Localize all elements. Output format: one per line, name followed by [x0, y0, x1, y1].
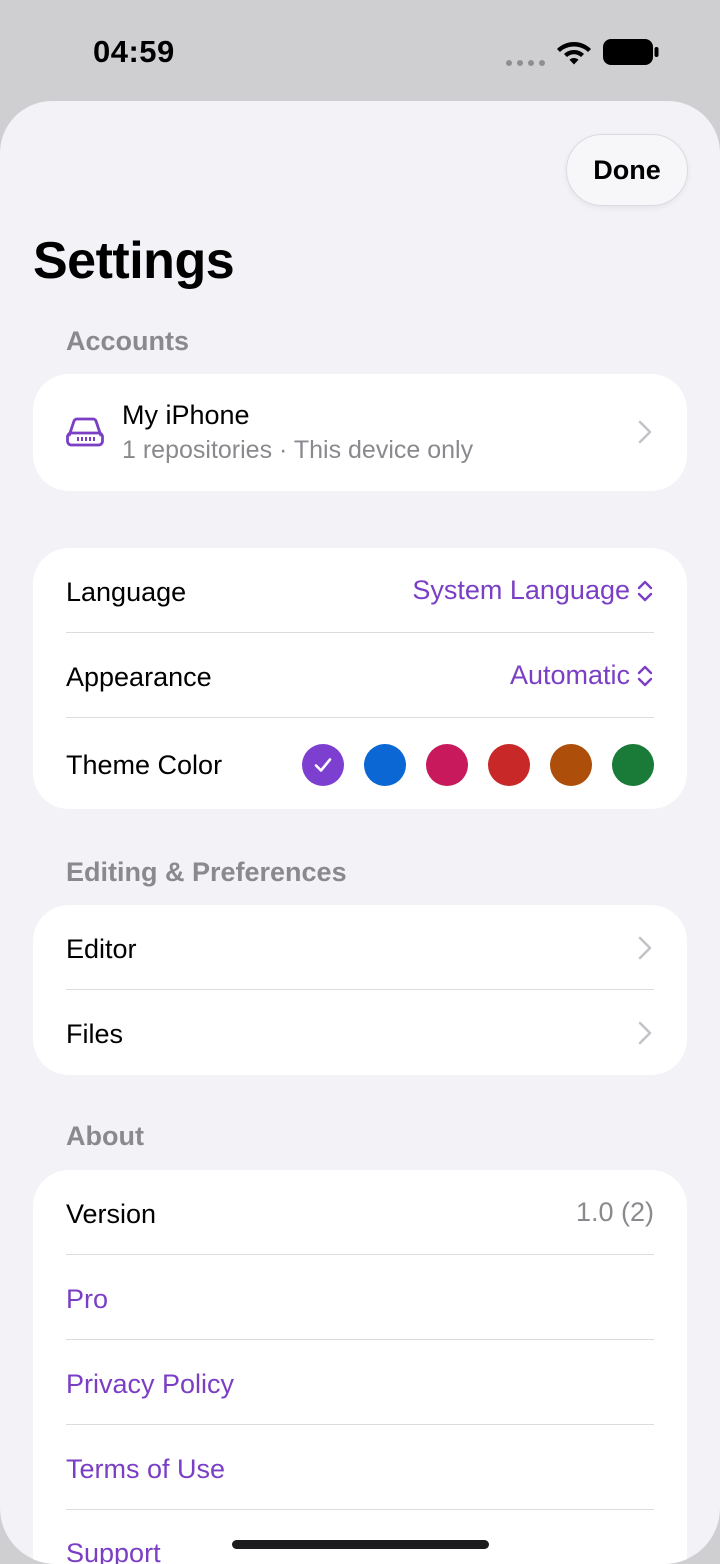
- divider: [66, 1254, 654, 1255]
- version-label: Version: [66, 1198, 157, 1229]
- editor-row[interactable]: Editor: [66, 932, 654, 966]
- appearance-picker[interactable]: Automatic: [510, 660, 654, 691]
- status-bar: 04:59: [0, 0, 720, 100]
- divider: [66, 717, 654, 718]
- settings-sheet: Done Settings Accounts My iPhone 1 repos…: [0, 101, 720, 1564]
- editor-label: Editor: [66, 933, 137, 964]
- language-label: Language: [66, 576, 187, 607]
- battery-icon: [603, 39, 659, 65]
- theme-color-swatch[interactable]: [612, 744, 654, 786]
- terms-of-use-label: Terms of Use: [66, 1453, 226, 1484]
- divider: [66, 989, 654, 990]
- language-value: System Language: [412, 575, 630, 605]
- account-title: My iPhone: [122, 400, 250, 430]
- status-time: 04:59: [93, 34, 175, 69]
- checkmark-icon: [314, 758, 332, 772]
- account-subtitle: 1 repositories · This device only: [122, 436, 474, 464]
- privacy-policy-link[interactable]: Privacy Policy: [66, 1367, 654, 1401]
- files-row[interactable]: Files: [66, 1017, 654, 1051]
- theme-color-swatch[interactable]: [488, 744, 530, 786]
- home-indicator: [232, 1540, 489, 1549]
- theme-color-swatches: [302, 744, 654, 786]
- terms-of-use-link[interactable]: Terms of Use: [66, 1452, 654, 1486]
- privacy-policy-label: Privacy Policy: [66, 1368, 235, 1399]
- chevron-up-down-icon: [637, 580, 653, 601]
- pro-label: Pro: [66, 1283, 109, 1314]
- section-header-about: About: [66, 1121, 144, 1151]
- appearance-value: Automatic: [509, 660, 630, 690]
- version-row: Version: [66, 1197, 654, 1231]
- theme-color-swatch[interactable]: [426, 744, 468, 786]
- divider: [66, 1339, 654, 1340]
- support-label: Support: [66, 1537, 161, 1564]
- theme-color-swatch[interactable]: [550, 744, 592, 786]
- editing-group: Editor Files: [33, 905, 687, 1075]
- language-picker[interactable]: System Language: [412, 575, 654, 606]
- account-row-my-iphone[interactable]: My iPhone 1 repositories · This device o…: [33, 374, 687, 491]
- wifi-icon: [557, 42, 591, 65]
- theme-color-swatch[interactable]: [364, 744, 406, 786]
- drive-icon: [66, 417, 104, 447]
- chevron-up-down-icon: [637, 665, 653, 686]
- divider: [66, 1509, 654, 1510]
- page-title: Settings: [33, 232, 235, 290]
- appearance-group: Language System Language Appearance Auto…: [33, 548, 687, 809]
- theme-color-swatch[interactable]: [302, 744, 344, 786]
- appearance-label: Appearance: [66, 661, 212, 692]
- section-header-accounts: Accounts: [66, 326, 190, 356]
- divider: [66, 632, 654, 633]
- cellular-dots-icon: [506, 60, 545, 66]
- about-group: Version 1.0 (2) Pro Privacy Policy Terms…: [33, 1170, 687, 1564]
- divider: [66, 1424, 654, 1425]
- chevron-right-icon: [638, 1021, 652, 1045]
- chevron-right-icon: [638, 420, 652, 444]
- version-value: 1.0 (2): [575, 1197, 654, 1227]
- files-label: Files: [66, 1018, 124, 1049]
- section-header-editing: Editing & Preferences: [66, 857, 347, 887]
- theme-color-label: Theme Color: [66, 749, 223, 780]
- done-button[interactable]: Done: [566, 134, 688, 206]
- chevron-right-icon: [638, 936, 652, 960]
- pro-link[interactable]: Pro: [66, 1282, 654, 1316]
